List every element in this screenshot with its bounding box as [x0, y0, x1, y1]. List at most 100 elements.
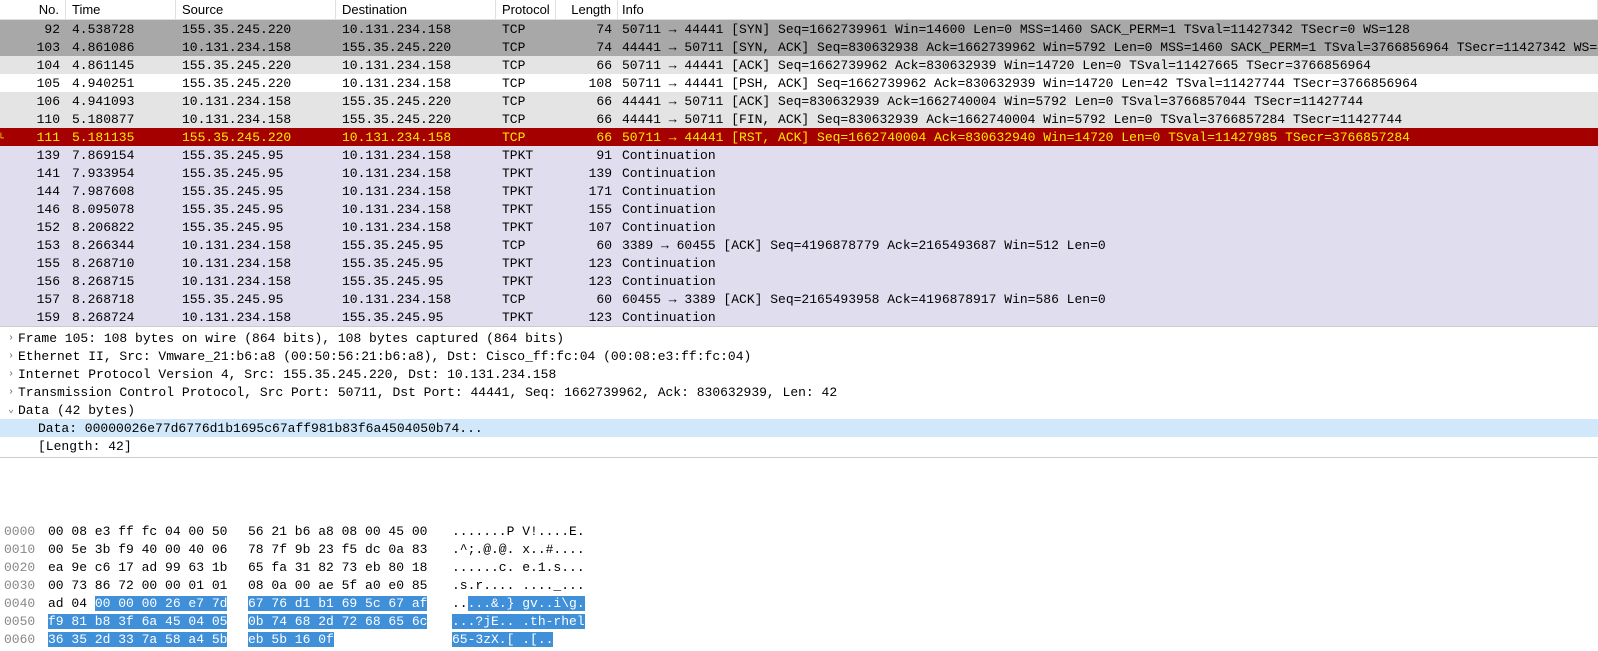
cell-protocol: TPKT — [496, 202, 556, 217]
hex-row[interactable]: 000000 08 e3 ff fc 04 00 5056 21 b6 a8 0… — [0, 522, 1598, 540]
cell-no: 111 — [6, 130, 66, 145]
col-header-source[interactable]: Source — [176, 0, 336, 19]
details-data-length[interactable]: [Length: 42] — [0, 437, 1598, 455]
cell-protocol: TPKT — [496, 220, 556, 235]
collapse-icon[interactable]: ⌄ — [4, 404, 18, 416]
packet-row[interactable]: 1034.86108610.131.234.158155.35.245.220T… — [0, 38, 1598, 56]
cell-time: 8.268710 — [66, 256, 176, 271]
hex-dump-pane[interactable]: 000000 08 e3 ff fc 04 00 5056 21 b6 a8 0… — [0, 518, 1598, 651]
details-frame[interactable]: ›Frame 105: 108 bytes on wire (864 bits)… — [0, 329, 1598, 347]
cell-protocol: TCP — [496, 292, 556, 307]
cell-length: 123 — [556, 310, 618, 325]
details-tcp-text: Transmission Control Protocol, Src Port:… — [18, 385, 837, 400]
hex-bytes-2: 0b 74 68 2d 72 68 65 6c — [248, 614, 448, 629]
packet-details-pane[interactable]: ›Frame 105: 108 bytes on wire (864 bits)… — [0, 327, 1598, 458]
cell-no: 92 — [6, 22, 66, 37]
details-data-hex: Data: 00000026e77d6776d1b1695c67aff981b8… — [38, 421, 483, 436]
packet-row[interactable]: 1598.26872410.131.234.158155.35.245.95TP… — [0, 308, 1598, 326]
hex-offset: 0020 — [4, 560, 48, 575]
cell-destination: 10.131.234.158 — [336, 184, 496, 199]
cell-info: 44441 → 50711 [ACK] Seq=830632939 Ack=16… — [618, 94, 1598, 109]
cell-protocol: TCP — [496, 112, 556, 127]
hex-row[interactable]: 001000 5e 3b f9 40 00 40 0678 7f 9b 23 f… — [0, 540, 1598, 558]
cell-length: 74 — [556, 40, 618, 55]
packet-row[interactable]: └1115.181135155.35.245.22010.131.234.158… — [0, 128, 1598, 146]
packet-list-header[interactable]: No. Time Source Destination Protocol Len… — [0, 0, 1598, 20]
hex-row[interactable]: 0020ea 9e c6 17 ad 99 63 1b65 fa 31 82 7… — [0, 558, 1598, 576]
cell-protocol: TCP — [496, 130, 556, 145]
cell-length: 74 — [556, 22, 618, 37]
cell-source: 155.35.245.95 — [176, 166, 336, 181]
cell-destination: 155.35.245.220 — [336, 94, 496, 109]
hex-row[interactable]: 0050f9 81 b8 3f 6a 45 04 050b 74 68 2d 7… — [0, 612, 1598, 630]
hex-ascii: .s.r.... ...._... — [452, 578, 632, 593]
cell-source: 10.131.234.158 — [176, 94, 336, 109]
col-header-length[interactable]: Length — [556, 0, 618, 19]
cell-time: 7.933954 — [66, 166, 176, 181]
expand-icon[interactable]: › — [4, 387, 18, 398]
cell-no: 157 — [6, 292, 66, 307]
hex-row[interactable]: 0040ad 04 00 00 00 26 e7 7d67 76 d1 b1 6… — [0, 594, 1598, 612]
details-tcp[interactable]: ›Transmission Control Protocol, Src Port… — [0, 383, 1598, 401]
packet-row[interactable]: 1044.861145155.35.245.22010.131.234.158T… — [0, 56, 1598, 74]
col-header-no[interactable]: No. — [6, 0, 66, 19]
cell-source: 10.131.234.158 — [176, 238, 336, 253]
col-header-protocol[interactable]: Protocol — [496, 0, 556, 19]
expand-icon[interactable]: › — [4, 369, 18, 380]
details-ip[interactable]: ›Internet Protocol Version 4, Src: 155.3… — [0, 365, 1598, 383]
cell-no: 103 — [6, 40, 66, 55]
cell-destination: 10.131.234.158 — [336, 220, 496, 235]
packet-row[interactable]: 924.538728155.35.245.22010.131.234.158TC… — [0, 20, 1598, 38]
cell-destination: 10.131.234.158 — [336, 148, 496, 163]
cell-protocol: TPKT — [496, 166, 556, 181]
cell-destination: 10.131.234.158 — [336, 22, 496, 37]
hex-ascii: ...?jE.. .th-rhel — [452, 614, 632, 629]
cell-time: 8.268718 — [66, 292, 176, 307]
packet-row[interactable]: 1064.94109310.131.234.158155.35.245.220T… — [0, 92, 1598, 110]
expand-icon[interactable]: › — [4, 351, 18, 362]
packet-row[interactable]: 1417.933954155.35.245.9510.131.234.158TP… — [0, 164, 1598, 182]
cell-time: 4.861145 — [66, 58, 176, 73]
cell-time: 4.538728 — [66, 22, 176, 37]
packet-row[interactable]: 1578.268718155.35.245.9510.131.234.158TC… — [0, 290, 1598, 308]
col-header-info[interactable]: Info — [618, 0, 1598, 19]
col-header-destination[interactable]: Destination — [336, 0, 496, 19]
packet-row[interactable]: 1538.26634410.131.234.158155.35.245.95TC… — [0, 236, 1598, 254]
details-ethernet[interactable]: ›Ethernet II, Src: Vmware_21:b6:a8 (00:5… — [0, 347, 1598, 365]
cell-source: 10.131.234.158 — [176, 40, 336, 55]
cell-no: 155 — [6, 256, 66, 271]
packet-row[interactable]: 1468.095078155.35.245.9510.131.234.158TP… — [0, 200, 1598, 218]
cell-source: 155.35.245.220 — [176, 58, 336, 73]
packet-row[interactable]: 1397.869154155.35.245.9510.131.234.158TP… — [0, 146, 1598, 164]
details-data[interactable]: ⌄Data (42 bytes) — [0, 401, 1598, 419]
cell-destination: 155.35.245.95 — [336, 310, 496, 325]
packet-row[interactable]: 1558.26871010.131.234.158155.35.245.95TP… — [0, 254, 1598, 272]
hex-row[interactable]: 006036 35 2d 33 7a 58 a4 5beb 5b 16 0f65… — [0, 630, 1598, 648]
packet-row[interactable]: 1528.206822155.35.245.9510.131.234.158TP… — [0, 218, 1598, 236]
cell-length: 123 — [556, 274, 618, 289]
cell-length: 66 — [556, 94, 618, 109]
details-ip-text: Internet Protocol Version 4, Src: 155.35… — [18, 367, 556, 382]
expand-icon[interactable]: › — [4, 333, 18, 344]
cell-no: 105 — [6, 76, 66, 91]
packet-row[interactable]: 1568.26871510.131.234.158155.35.245.95TP… — [0, 272, 1598, 290]
cell-time: 8.266344 — [66, 238, 176, 253]
cell-length: 60 — [556, 238, 618, 253]
hex-offset: 0060 — [4, 632, 48, 647]
cell-protocol: TPKT — [496, 274, 556, 289]
cell-length: 66 — [556, 130, 618, 145]
packet-row[interactable]: 1105.18087710.131.234.158155.35.245.220T… — [0, 110, 1598, 128]
cell-no: 156 — [6, 274, 66, 289]
cell-no: 104 — [6, 58, 66, 73]
cell-source: 155.35.245.95 — [176, 184, 336, 199]
cell-protocol: TCP — [496, 76, 556, 91]
cell-info: 50711 → 44441 [RST, ACK] Seq=1662740004 … — [618, 130, 1598, 145]
cell-info: Continuation — [618, 202, 1598, 217]
hex-row[interactable]: 003000 73 86 72 00 00 01 0108 0a 00 ae 5… — [0, 576, 1598, 594]
cell-destination: 10.131.234.158 — [336, 130, 496, 145]
details-data-value[interactable]: Data: 00000026e77d6776d1b1695c67aff981b8… — [0, 419, 1598, 437]
hex-bytes-1: 00 5e 3b f9 40 00 40 06 — [48, 542, 248, 557]
packet-row[interactable]: 1447.987608155.35.245.9510.131.234.158TP… — [0, 182, 1598, 200]
packet-row[interactable]: 1054.940251155.35.245.22010.131.234.158T… — [0, 74, 1598, 92]
col-header-time[interactable]: Time — [66, 0, 176, 19]
